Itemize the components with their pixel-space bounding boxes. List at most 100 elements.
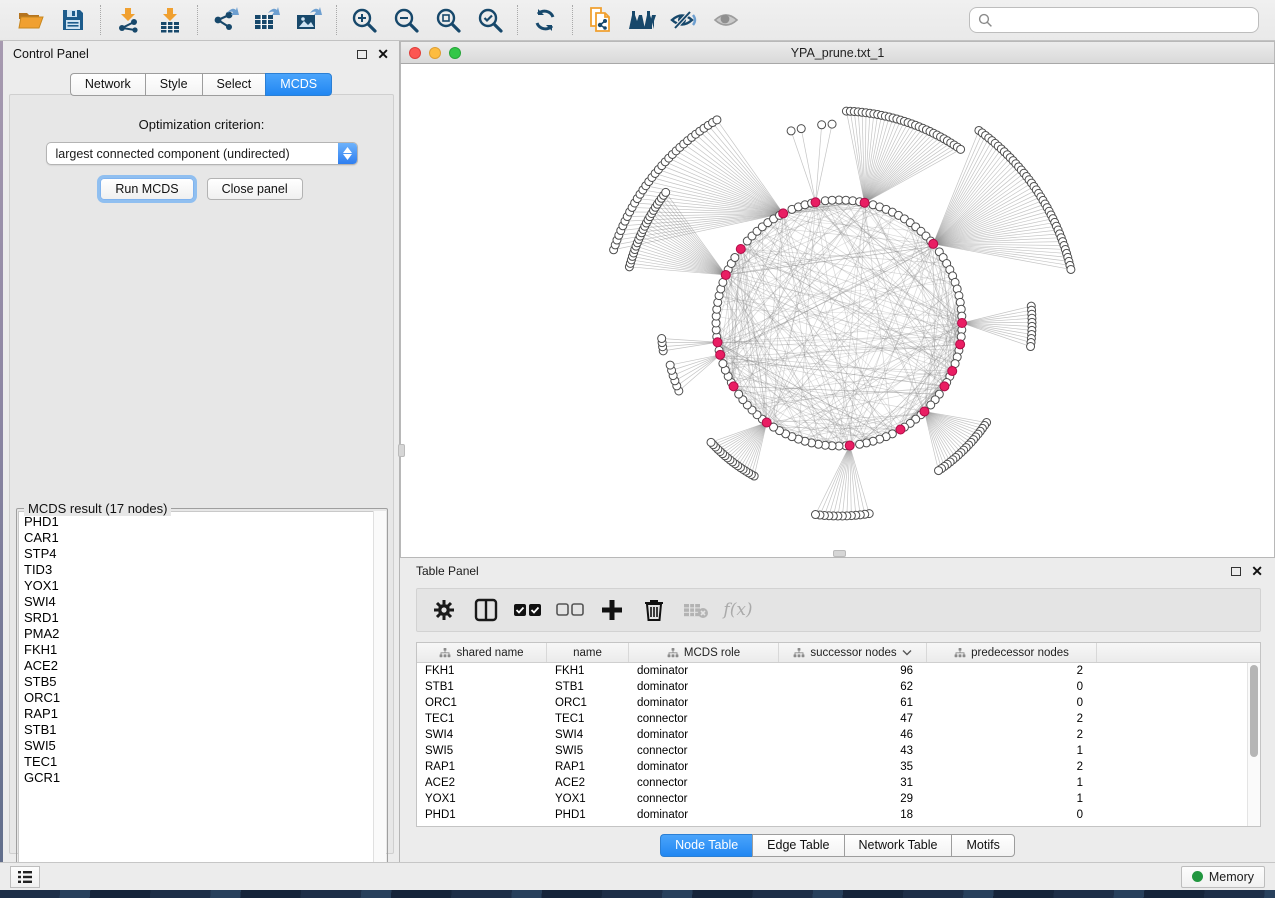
search-box[interactable] [969, 7, 1259, 33]
column-header-predecessor-nodes[interactable]: predecessor nodes [927, 643, 1097, 662]
mcds-node[interactable] [716, 350, 725, 359]
mcds-result-list[interactable]: PHD1CAR1STP4TID3YOX1SWI4SRD1PMA2FKH1ACE2… [18, 511, 386, 877]
close-panel-button[interactable]: Close panel [207, 178, 303, 200]
mcds-node[interactable] [896, 425, 905, 434]
column-header-shared-name[interactable]: shared name [417, 643, 547, 662]
vertical-splitter-handle[interactable] [398, 444, 405, 457]
zoom-selected-button[interactable] [469, 3, 511, 37]
result-node-item[interactable]: STB5 [24, 674, 385, 690]
export-network-button[interactable] [204, 3, 246, 37]
mcds-node[interactable] [736, 244, 745, 253]
network-node[interactable] [719, 360, 727, 368]
result-node-item[interactable]: FKH1 [24, 642, 385, 658]
table-row[interactable]: STB1STB1dominator620 [417, 679, 1247, 695]
table-row[interactable]: ORC1ORC1dominator610 [417, 695, 1247, 711]
result-node-item[interactable]: STB1 [24, 722, 385, 738]
result-node-item[interactable]: STP4 [24, 546, 385, 562]
network-node[interactable] [927, 401, 935, 409]
leaf-node[interactable] [828, 120, 836, 128]
mcds-node[interactable] [948, 367, 957, 376]
result-node-item[interactable]: GCR1 [24, 770, 385, 786]
result-node-item[interactable]: SWI4 [24, 594, 385, 610]
hide-selected-button[interactable] [663, 3, 705, 37]
leaf-node[interactable] [1067, 265, 1075, 273]
mcds-node[interactable] [920, 407, 929, 416]
result-node-item[interactable]: SWI5 [24, 738, 385, 754]
delete-column-button[interactable] [635, 593, 673, 627]
mcds-node[interactable] [860, 198, 869, 207]
mcds-node[interactable] [762, 418, 771, 427]
leaf-node[interactable] [787, 127, 795, 135]
memory-button[interactable]: Memory [1181, 866, 1265, 888]
table-scrollbar[interactable] [1247, 663, 1260, 826]
deselect-all-button[interactable] [551, 593, 589, 627]
zoom-fit-button[interactable] [427, 3, 469, 37]
result-node-item[interactable]: TEC1 [24, 754, 385, 770]
leaf-node[interactable] [1027, 343, 1035, 351]
first-neighbors-button[interactable] [621, 3, 663, 37]
mcds-node[interactable] [845, 441, 854, 450]
network-node[interactable] [735, 390, 743, 398]
table-row[interactable]: ACE2ACE2connector311 [417, 775, 1247, 791]
horizontal-splitter-handle[interactable] [833, 550, 846, 557]
result-node-item[interactable]: RAP1 [24, 706, 385, 722]
leaf-node[interactable] [662, 188, 670, 196]
mcds-node[interactable] [956, 340, 965, 349]
import-network-button[interactable] [107, 3, 149, 37]
tab-style[interactable]: Style [145, 73, 202, 96]
copy-network-button[interactable] [579, 3, 621, 37]
column-header-MCDS-role[interactable]: MCDS role [629, 643, 779, 662]
tab-network-table[interactable]: Network Table [844, 834, 952, 857]
network-node[interactable] [856, 440, 864, 448]
import-table-button[interactable] [149, 3, 191, 37]
tab-select[interactable]: Select [202, 73, 266, 96]
tab-edge-table[interactable]: Edge Table [752, 834, 843, 857]
leaf-node[interactable] [666, 361, 674, 369]
leaf-node[interactable] [713, 116, 721, 124]
table-row[interactable]: SWI4SWI4dominator462 [417, 727, 1247, 743]
tab-network[interactable]: Network [70, 73, 145, 96]
mcds-node[interactable] [958, 319, 967, 328]
result-node-item[interactable]: YOX1 [24, 578, 385, 594]
result-node-item[interactable]: CAR1 [24, 530, 385, 546]
table-row[interactable]: TEC1TEC1connector472 [417, 711, 1247, 727]
add-column-button[interactable] [593, 593, 631, 627]
mcds-node[interactable] [721, 270, 730, 279]
tab-mcds[interactable]: MCDS [265, 73, 332, 96]
select-all-button[interactable] [509, 593, 547, 627]
save-session-button[interactable] [52, 3, 94, 37]
zoom-out-button[interactable] [385, 3, 427, 37]
mcds-node[interactable] [811, 198, 820, 207]
network-canvas[interactable] [400, 64, 1275, 558]
result-node-item[interactable]: ACE2 [24, 658, 385, 674]
export-table-button[interactable] [246, 3, 288, 37]
zoom-in-button[interactable] [343, 3, 385, 37]
column-header-name[interactable]: name [547, 643, 629, 662]
show-columns-button[interactable] [467, 593, 505, 627]
table-options-button[interactable] [425, 593, 463, 627]
result-node-item[interactable]: TID3 [24, 562, 385, 578]
mcds-node[interactable] [713, 338, 722, 347]
leaf-node[interactable] [957, 145, 965, 153]
refresh-button[interactable] [524, 3, 566, 37]
network-node[interactable] [828, 196, 836, 204]
network-node[interactable] [731, 254, 739, 262]
mcds-node[interactable] [929, 239, 938, 248]
column-header-successor-nodes[interactable]: successor nodes [779, 643, 927, 662]
leaf-node[interactable] [935, 467, 943, 475]
table-row[interactable]: SWI5SWI5connector431 [417, 743, 1247, 759]
table-row[interactable]: FKH1FKH1dominator962 [417, 663, 1247, 679]
result-node-item[interactable]: PHD1 [24, 514, 385, 530]
table-row[interactable]: YOX1YOX1connector291 [417, 791, 1247, 807]
float-icon[interactable] [1231, 567, 1241, 576]
optimization-criterion-select[interactable]: largest connected component (undirected) [46, 142, 358, 165]
close-icon[interactable]: ✕ [377, 49, 389, 59]
export-image-button[interactable] [288, 3, 330, 37]
mcds-node[interactable] [779, 209, 788, 218]
run-mcds-button[interactable]: Run MCDS [100, 178, 193, 200]
result-node-item[interactable]: PMA2 [24, 626, 385, 642]
tab-node-table[interactable]: Node Table [660, 834, 752, 857]
leaf-node[interactable] [811, 511, 819, 519]
tab-motifs[interactable]: Motifs [951, 834, 1014, 857]
leaf-node[interactable] [797, 125, 805, 133]
